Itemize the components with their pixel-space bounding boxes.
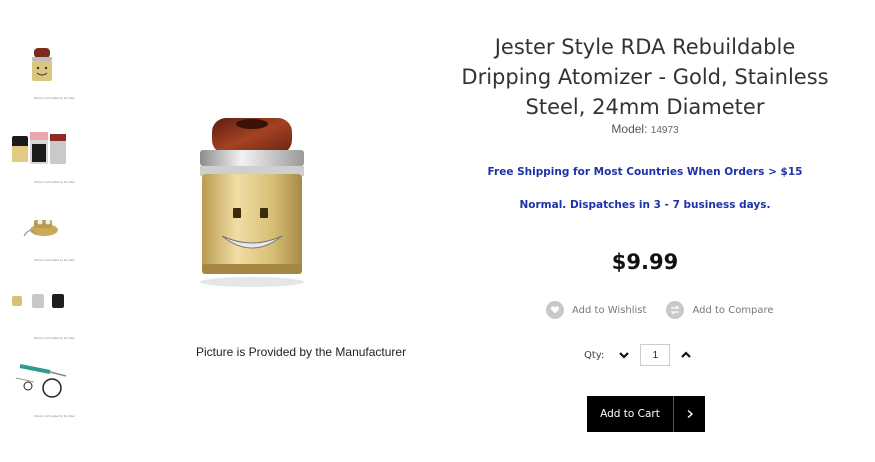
atomizer-illustration [200,118,304,287]
thumbnail-2-image [12,132,66,164]
decrease-quantity-button[interactable] [616,347,632,363]
compare-label: Add to Compare [692,304,774,316]
quantity-input[interactable] [640,344,671,366]
product-price: $9.99 [611,250,679,274]
thumbnail-4[interactable]: Picture is Provided by the Man [6,280,75,342]
model-label: Model: [611,122,648,136]
dispatch-notice: Normal. Dispatches in 3 - 7 business day… [519,199,771,211]
add-to-cart-button[interactable]: Add to Cart [587,396,705,432]
chevron-down-icon [619,352,630,359]
increase-quantity-button[interactable] [678,347,694,363]
thumbnail-3-image [23,219,58,237]
thumbnail-caption: Picture is Provided by the Man [34,180,75,184]
quantity-label: Qty: [584,349,605,361]
thumbnail-caption: Picture is Provided by the Man [34,414,75,418]
quantity-stepper: Qty: [584,343,694,367]
thumbnail-caption: Picture is Provided by the Man [34,336,75,340]
thumbnail-5[interactable]: Picture is Provided by the Man [6,358,75,420]
thumbnail-4-image [12,294,64,308]
thumbnail-5-image [15,364,67,398]
wishlist-label: Add to Wishlist [572,304,647,316]
model-number: 14973 [650,125,679,136]
thumbnail-3[interactable]: Picture is Provided by the Man [6,202,75,264]
chevron-right-icon [674,396,705,432]
add-to-wishlist-button[interactable]: Add to Wishlist [546,301,646,319]
secondary-actions: Add to Wishlist Add to Compare [546,300,794,320]
image-caption: Picture is Provided by the Manufacturer [196,345,407,359]
product-title-line-1: Jester Style RDA Rebuildable [494,35,796,59]
thumbnail-1-image [32,48,52,81]
shipping-notice: Free Shipping for Most Countries When Or… [487,166,803,178]
compare-icon [666,301,685,319]
thumbnail-caption: Picture is Provided by the Man [34,96,75,100]
thumbnail-caption: Picture is Provided by the Man [34,258,75,262]
thumbnail-1[interactable]: Picture is Provided by the Man [6,40,75,102]
model-row: Model: 14973 [440,122,850,136]
product-title-line-3: Steel, 24mm Diameter [525,95,765,119]
chevron-up-icon [681,351,692,358]
add-to-cart-label: Add to Cart [587,396,673,432]
main-product-image[interactable] [180,110,330,300]
product-title-line-2: Dripping Atomizer - Gold, Stainless [461,65,829,89]
thumbnail-2[interactable]: Picture is Provided by the Man [6,124,75,186]
add-to-compare-button[interactable]: Add to Compare [666,301,774,319]
product-title: Jester Style RDA Rebuildable Dripping At… [440,32,850,122]
heart-icon [546,301,564,319]
